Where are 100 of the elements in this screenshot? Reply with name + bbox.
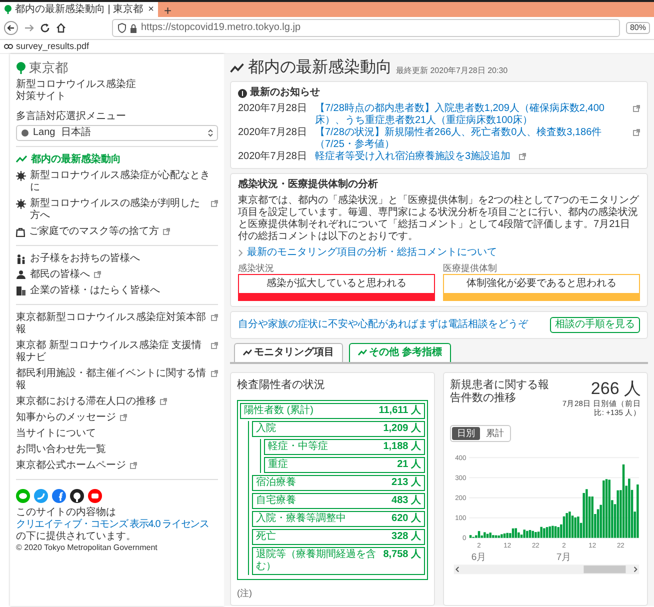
news-date: 2020年7月28日: [238, 127, 307, 140]
back-icon[interactable]: [4, 21, 18, 35]
license-link[interactable]: クリエイティブ・コモンズ 表示4.0 ライセンス: [16, 518, 209, 530]
forward-icon[interactable]: [24, 23, 34, 33]
news-link[interactable]: 軽症者等受け入れ宿泊療養施設を3施設追加: [314, 151, 510, 164]
reload-icon[interactable]: [40, 23, 50, 33]
close-icon[interactable]: ×: [148, 4, 154, 16]
consult-link[interactable]: 自分や家族の症状に不安や心配があればまずは電話相談をどうぞ: [238, 318, 528, 331]
stat-value: 1,209 人: [383, 423, 421, 436]
sidebar-link[interactable]: お問い合わせ先一覧: [16, 442, 218, 458]
lock-icon: [130, 24, 137, 32]
zoom-level[interactable]: 80%: [626, 22, 650, 34]
last-updated: 最終更新 2020年7月28日 20:30: [396, 66, 508, 76]
toggle-button[interactable]: 日別: [452, 427, 480, 440]
status-text: 体制強化が必要であると思われる: [466, 276, 618, 291]
total-count: 266 人: [590, 378, 641, 400]
news-date: 2020年7月28日: [238, 151, 307, 164]
virus-icon: [16, 170, 26, 181]
status-label: 医療提供体制: [443, 263, 498, 274]
info-icon: [238, 88, 247, 98]
stat-value: 213 人: [392, 477, 421, 490]
site-logo[interactable]: 東京都: [29, 60, 68, 76]
people-icon: [16, 270, 26, 279]
sidebar-link[interactable]: 東京都新型コロナウイルス感染症対策本部報: [16, 310, 218, 338]
tab[interactable]: モニタリング項目: [234, 342, 343, 362]
stat-label: 陽性者数 (累計): [244, 405, 314, 418]
sidebar-link[interactable]: 当サイトについて: [16, 426, 218, 442]
stat-label: 入院・療養等調整中: [256, 513, 346, 526]
link-icon: [4, 44, 13, 49]
analysis-link[interactable]: 最新のモニタリング項目の分析・総括コメントについて: [247, 247, 497, 260]
sidebar-link[interactable]: 新型コロナウイルスの感染が判明した方へ: [16, 196, 218, 224]
url-text: https://stopcovid19.metro.tokyo.lg.jp: [141, 22, 301, 34]
news-link[interactable]: 【7/28の状況】新規陽性者266人、死亡者数0人、検査数3,186件（7/25・参考値）: [314, 127, 625, 152]
stat-value: 483 人: [392, 495, 421, 508]
status-text: 感染が拡大していると思われる: [266, 276, 408, 291]
stat-value: 21 人: [397, 459, 421, 472]
bookmark-link[interactable]: survey_results.pdf: [16, 41, 90, 52]
virus-icon: [16, 198, 26, 209]
news-date: 2020年7月28日: [238, 103, 307, 116]
trend-icon: [243, 349, 252, 356]
sidebar-link[interactable]: 東京都公式ホームページ: [16, 458, 218, 474]
sidebar-link[interactable]: 都民利用施設・都主催イベントに関する情報: [16, 366, 218, 394]
sidebar-link[interactable]: 新型コロナウイルス感染症が心配なときに: [16, 168, 218, 196]
stat-label: 宿泊療養: [256, 477, 296, 490]
page-title: 都内の最新感染動向: [248, 58, 392, 78]
social-icon[interactable]: [70, 488, 84, 503]
analysis-title: 感染状況・医療提供体制の分析: [238, 179, 379, 192]
note-text: (注): [237, 588, 253, 599]
tree-icon: [16, 62, 26, 74]
shield-icon: [118, 23, 126, 33]
sidebar-link[interactable]: 東京都における滞在人口の推移: [16, 394, 218, 410]
trend-icon: [16, 154, 27, 163]
stat-label: 退院等（療養期間経過を含む）: [256, 549, 377, 574]
stat-value: 620 人: [392, 513, 421, 526]
scrollbar[interactable]: [454, 564, 640, 574]
stat-value: 8,758 人: [383, 549, 421, 562]
stat-value: 328 人: [392, 531, 421, 544]
news-link[interactable]: 【7/28時点の都内患者数】入院患者数1,209人（確保病床数2,400床）、うち重症患者数21人（重症病床数100床）: [314, 103, 625, 128]
news-title: 最新のお知らせ: [250, 87, 320, 100]
building-icon: [16, 286, 26, 296]
trend-icon: [358, 349, 367, 356]
caret-icon: [208, 128, 213, 137]
external-link-icon: [633, 129, 640, 136]
external-link-icon: [633, 105, 640, 112]
consult-button[interactable]: 相談の手順を見る: [550, 316, 640, 333]
stat-value: 11,611 人: [378, 405, 421, 418]
chevron-icon: [238, 249, 243, 258]
language-select[interactable]: Lang 日本語: [16, 124, 218, 141]
tab-title: 都内の最新感染動向 | 東京都: [15, 4, 144, 16]
card-title: 検査陽性者の状況: [237, 378, 326, 392]
sidebar-link[interactable]: 都民の皆様へ: [16, 266, 218, 283]
month-label: 6月: [471, 552, 487, 563]
sidebar-link[interactable]: 知事からのメッセージ: [16, 410, 218, 426]
family-icon: [16, 254, 26, 264]
home-icon[interactable]: [56, 23, 66, 33]
globe-icon: [21, 128, 29, 137]
analysis-text: 東京都では、都内の「感染状況」と「医療提供体制」を2つの柱として7つのモニタリング項目を設定しています。毎週、専門家による状況分析を項目ごとに行い、都内の感染状況と医療提供体制それぞれについて「総括コメント」として4段階で評価します。7月21日付の総括コメントは以下のとおりです。: [238, 195, 640, 244]
address-bar[interactable]: https://stopcovid19.metro.tokyo.lg.jp: [112, 19, 620, 37]
trend-icon: [230, 62, 244, 73]
language-label: 多言語対応選択メニュー: [16, 110, 127, 123]
stat-label: 重症: [268, 459, 288, 472]
sidebar-link[interactable]: 東京都 新型コロナウイルス感染症 支援情報ナビ: [16, 338, 218, 366]
month-label: 7月: [556, 552, 572, 563]
stat-label: 自宅療養: [256, 495, 296, 508]
tree-icon: [4, 5, 12, 14]
stat-value: 1,188 人: [383, 441, 421, 454]
browser-tab[interactable]: 都内の最新感染動向 | 東京都 ×: [0, 2, 158, 17]
card-title: 新規患者に関する報告件数の推移: [450, 378, 550, 406]
copyright-text: © 2020 Tokyo Metropolitan Government: [16, 542, 158, 552]
sidebar-link[interactable]: 企業の皆様・はたらく皆様へ: [16, 282, 218, 299]
bag-icon: [16, 226, 25, 237]
site-subtitle: 新型コロナウイルス感染症: [16, 78, 137, 90]
sidebar-link[interactable]: お子様をお持ちの皆様へ: [16, 250, 218, 267]
status-label: 感染状況: [238, 263, 275, 274]
license-text: このサイトの内容物は クリエイティブ・コモンズ 表示4.0 ライセンス の下に提供されています。: [16, 506, 210, 543]
sidebar-link[interactable]: ご家庭でのマスク等の捨て方: [16, 224, 218, 240]
stat-label: 入院: [256, 423, 276, 436]
site-subtitle: 対策サイト: [16, 90, 67, 103]
external-link-icon: [518, 153, 526, 160]
new-tab-button[interactable]: +: [158, 4, 178, 17]
